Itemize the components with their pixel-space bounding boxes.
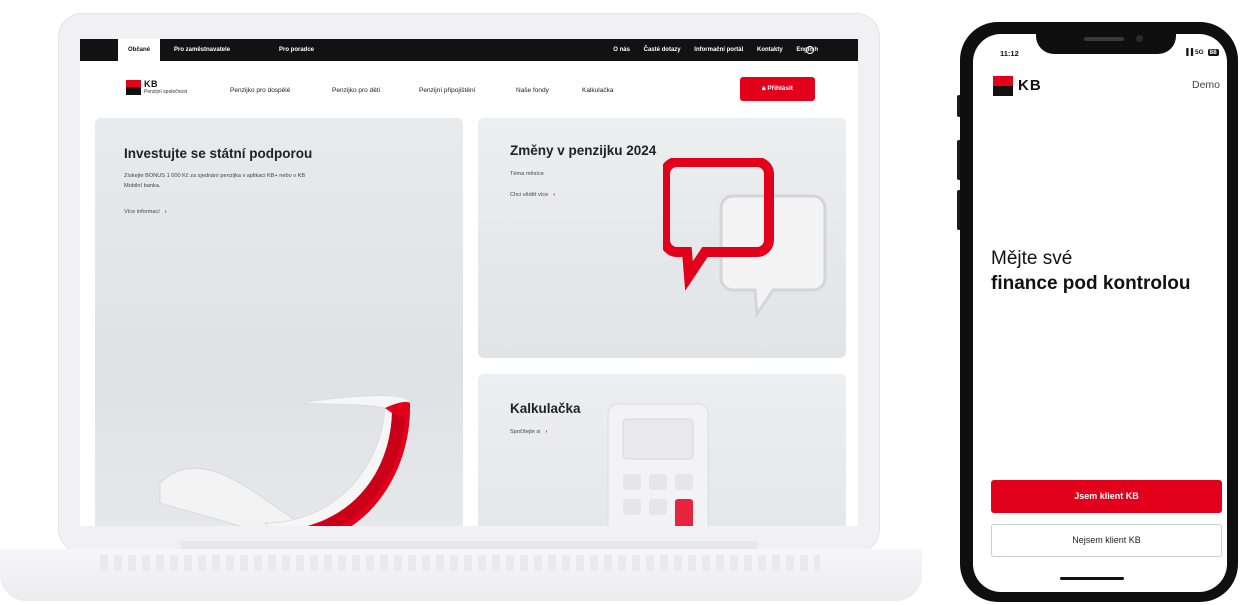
card-link-chci-vedet-vice[interactable]: Chci vědět více › [510,192,555,198]
top-bar: Občané Pro zaměstnavatele Pro poradce O … [80,39,858,61]
kb-logo-subtitle: Penzijní společnost [144,89,188,95]
card-link-vice-informaci[interactable]: Více informací › [124,209,167,215]
battery-level: 88 [1209,49,1217,56]
phone-speaker [1084,37,1124,41]
laptop-screen: Občané Pro zaměstnavatele Pro poradce O … [80,39,858,526]
link-o-nas[interactable]: O nás [613,47,630,53]
headline-bold: finance pod kontrolou [991,273,1191,294]
top-links: O nás Časté dotazy Informační portál Kon… [601,39,818,61]
card-subtitle: Téma měsíce [510,171,544,177]
card-title: Kalkulačka [510,401,581,416]
lock-icon: 🔒︎ [762,85,766,92]
link-kontakty[interactable]: Kontakty [757,47,783,53]
status-time: 11:12 [1000,49,1019,58]
card-link-label: Spočítejte si [510,429,541,435]
tab-pro-zamestnavatele[interactable]: Pro zaměstnavatele [174,39,230,61]
signal-icon: ▐▐ [1184,49,1194,56]
kb-logo-text: KB [144,79,158,89]
tab-obcane[interactable]: Občané [118,39,161,61]
card-link-label: Více informací [124,209,160,215]
link-informacni-portal[interactable]: Informační portál [694,47,743,53]
chevron-right-icon: › [164,209,167,215]
laptop-keyboard [100,555,820,571]
card-kalkulacka[interactable]: Kalkulačka Spočítejte si › [478,374,846,526]
chevron-right-icon: › [545,429,548,435]
phone-headline: Mějte své finance pod kontrolou [991,246,1211,296]
kb-logo-text: KB [1018,77,1042,94]
demo-link[interactable]: Demo [1192,79,1220,91]
nav-penzijko-pro-deti[interactable]: Penzijko pro děti [332,87,380,94]
tab-pro-poradce[interactable]: Pro poradce [279,39,314,61]
calculator-illustration [607,403,709,526]
link-caste-dotazy[interactable]: Časté dotazy [644,47,681,53]
nav-kalkulacka[interactable]: Kalkulačka [582,87,613,94]
battery-icon: 88 [1207,49,1219,56]
kb-logo-mark [126,80,141,95]
network-label: 5G [1195,49,1204,56]
card-link-label: Chci vědět více [510,192,549,198]
nav-nase-fondy[interactable]: Naše fondy [516,87,549,94]
login-button-label: Přihlásit [767,85,793,92]
phone-camera [1136,35,1143,42]
nav-penzijni-pripojisteni[interactable]: Penzijní připojištění [419,87,475,94]
headline-regular: Mějte své [991,248,1073,269]
search-icon[interactable] [806,46,814,54]
jsem-klient-button[interactable]: Jsem klient KB [991,480,1222,513]
card-title: Změny v penzijku 2024 [510,143,657,158]
nejsem-klient-button[interactable]: Nejsem klient KB [991,524,1222,557]
nav-penzijko-pro-dospele[interactable]: Penzijko pro dospělé [230,87,290,94]
chevron-right-icon: › [553,192,556,198]
login-button[interactable]: 🔒︎ Přihlásit [740,77,815,101]
chair-illustration [159,395,411,526]
card-text: Získejte BONUS 1 000 Kč za sjednání penz… [124,173,306,189]
card-link-spocitejte-si[interactable]: Spočítejte si › [510,429,547,435]
main-nav: KB Penzijní společnost Penzijko pro dosp… [80,61,858,117]
card-zmeny-v-penzijku[interactable]: Změny v penzijku 2024 Téma měsíce Chci v… [478,118,846,358]
card-title: Investujte se státní podporou [124,146,313,161]
card-statni-podpora[interactable]: Investujte se státní podporou Získejte B… [95,118,463,526]
kb-logo-mark [993,76,1013,96]
home-indicator[interactable] [1060,577,1124,580]
speech-bubbles-illustration [663,158,827,318]
status-indicators: ▐▐ 5G 88 [1184,49,1219,56]
